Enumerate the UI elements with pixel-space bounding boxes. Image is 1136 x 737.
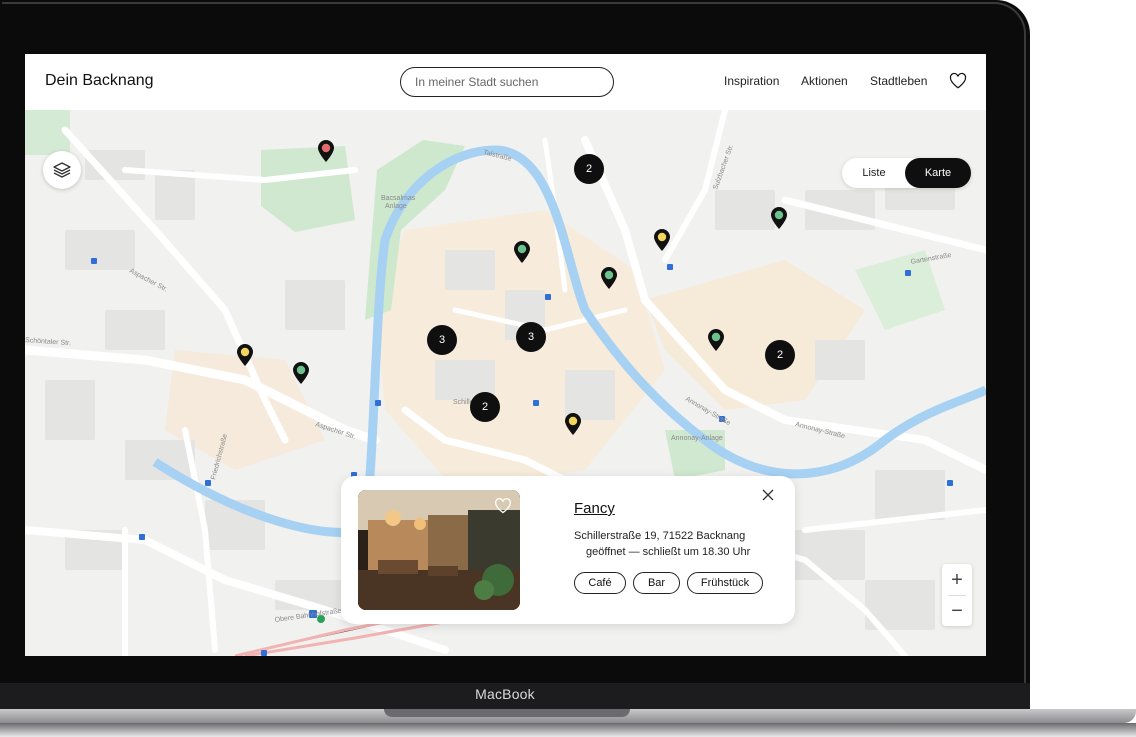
place-title[interactable]: Fancy bbox=[574, 500, 615, 517]
map-pin-green[interactable] bbox=[770, 206, 788, 230]
laptop-base-shadow bbox=[0, 723, 1136, 737]
nav-aktionen[interactable]: Aktionen bbox=[801, 74, 848, 88]
place-status: geöffnet — schließt um 18.30 Uhr bbox=[586, 546, 751, 558]
close-icon[interactable] bbox=[761, 488, 775, 502]
place-photo[interactable] bbox=[358, 490, 520, 610]
zoom-in-button[interactable]: + bbox=[942, 565, 972, 595]
top-header: Dein Backnang In meiner Stadt suchen Ins… bbox=[25, 54, 986, 110]
tag-chip[interactable]: Café bbox=[574, 572, 626, 594]
map-pin-red[interactable] bbox=[317, 139, 335, 163]
layers-icon bbox=[53, 162, 71, 178]
tag-chip[interactable]: Frühstück bbox=[687, 572, 763, 594]
svg-text:Anlage: Anlage bbox=[385, 203, 407, 210]
view-toggle: Liste Karte bbox=[842, 158, 971, 188]
place-card[interactable]: Fancy Schillerstraße 19, 71522 Backnang … bbox=[341, 476, 795, 624]
map-cluster[interactable]: 3 bbox=[427, 325, 457, 355]
toggle-liste[interactable]: Liste bbox=[842, 158, 906, 188]
toggle-karte[interactable]: Karte bbox=[905, 158, 971, 188]
map-pin-yellow[interactable] bbox=[653, 228, 671, 252]
tag-chip[interactable]: Bar bbox=[633, 572, 680, 594]
zoom-out-button[interactable]: − bbox=[942, 596, 972, 626]
nav-inspiration[interactable]: Inspiration bbox=[724, 74, 779, 88]
map-pin-green[interactable] bbox=[513, 240, 531, 264]
zoom-control: + − bbox=[942, 564, 972, 626]
map-pin-green[interactable] bbox=[600, 266, 618, 290]
svg-text:Bacsalmas: Bacsalmas bbox=[381, 195, 416, 202]
device-brand-label: MacBook bbox=[475, 686, 535, 702]
heart-icon[interactable] bbox=[494, 498, 512, 514]
map-pin-green[interactable] bbox=[292, 361, 310, 385]
map-cluster[interactable]: 2 bbox=[574, 154, 604, 184]
nav-stadtleben[interactable]: Stadtleben bbox=[870, 74, 927, 88]
site-logo[interactable]: Dein Backnang bbox=[45, 72, 154, 90]
map-pin-yellow[interactable] bbox=[236, 343, 254, 367]
search-input[interactable]: In meiner Stadt suchen bbox=[400, 67, 614, 97]
map-cluster[interactable]: 2 bbox=[765, 340, 795, 370]
app-screen: Aspacher Str. Aspacher Str. Talstraße Sc… bbox=[25, 54, 986, 656]
laptop-opening-notch bbox=[384, 709, 630, 717]
svg-text:Annonay-Anlage: Annonay-Anlage bbox=[671, 435, 723, 442]
map-cluster[interactable]: 3 bbox=[516, 322, 546, 352]
map-pin-green[interactable] bbox=[707, 328, 725, 352]
heart-icon[interactable] bbox=[949, 72, 967, 90]
map-pin-yellow[interactable] bbox=[564, 412, 582, 436]
place-address: Schillerstraße 19, 71522 Backnang bbox=[574, 530, 746, 542]
map-cluster[interactable]: 2 bbox=[470, 392, 500, 422]
layers-button[interactable] bbox=[43, 151, 81, 189]
